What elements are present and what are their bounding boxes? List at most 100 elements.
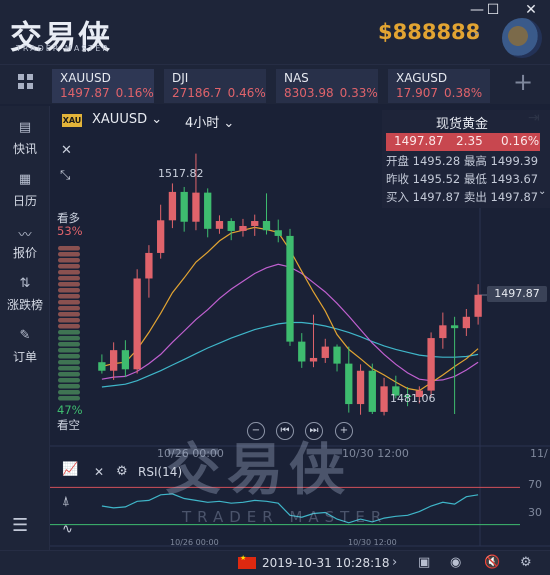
x-axis-label: 11/: [530, 447, 548, 460]
candle-body: [227, 221, 235, 231]
candle-body: [133, 278, 141, 370]
ticker-tab-dji[interactable]: DJI 27186.7 0.46%: [164, 69, 266, 103]
symbol-selector[interactable]: XAUUSD ⌄: [92, 112, 162, 127]
chevron-down-icon: ⌄: [151, 112, 163, 127]
candlestick: [321, 338, 329, 363]
settings-icon[interactable]: ⚙: [520, 555, 532, 570]
ticker-bar: XAUUSD 1497.87 0.16% DJI 27186.7 0.46% NAS…: [0, 64, 550, 104]
candlestick: [298, 333, 306, 368]
ticker-price: 17.907: [396, 86, 438, 100]
bear-label: 看空: [57, 418, 80, 432]
bear-segment: [58, 348, 80, 353]
quote-price-bar: 1497.87 2.35 0.16%: [386, 133, 540, 151]
bear-segment: [58, 390, 80, 395]
candlestick: [215, 215, 224, 234]
candlestick: [274, 219, 282, 243]
low-price-label: 1481.06: [390, 392, 436, 405]
candlestick: [98, 354, 106, 374]
indicator-icon[interactable]: 📈: [62, 462, 78, 477]
sidebar: ▤ 快讯 ▦ 日历 〰 报价 ⇅ 涨跌榜 ✎ 订单 ☰: [0, 106, 50, 556]
add-ticker-button[interactable]: +: [513, 68, 533, 96]
candlestick: [251, 214, 259, 236]
ranking-icon: ⇅: [19, 276, 31, 291]
rsi-label: RSI(14): [138, 465, 183, 479]
camera-icon[interactable]: ◉: [450, 555, 461, 570]
candle-body: [309, 357, 318, 362]
candle-body: [98, 362, 106, 371]
china-flag-icon: [238, 554, 256, 569]
gear-icon[interactable]: ⚙: [116, 464, 128, 479]
high-price-label: 1517.82: [158, 167, 204, 180]
menu-icon[interactable]: ☰: [12, 515, 28, 536]
candle-body: [368, 370, 376, 412]
bear-segment: [58, 330, 80, 335]
news-icon: ▤: [18, 120, 32, 135]
candle-body: [427, 338, 435, 391]
candlestick: [239, 218, 247, 237]
symbol-label: XAUUSD: [92, 112, 148, 127]
bear-segment: [58, 366, 80, 371]
candle-body: [474, 294, 482, 317]
close-icon[interactable]: ✕: [94, 465, 104, 479]
sidebar-item-quotes[interactable]: 〰 报价: [0, 224, 50, 261]
account-balance[interactable]: $888888: [378, 20, 480, 44]
candle-body: [286, 235, 294, 342]
candle-body: [380, 386, 388, 412]
maximize-button[interactable]: ☐: [482, 2, 504, 20]
bull-segment: [58, 258, 80, 263]
sidebar-item-news[interactable]: ▤ 快讯: [0, 120, 50, 157]
ticker-symbol: DJI: [172, 71, 189, 85]
bull-segment: [58, 276, 80, 281]
chevron-down-icon[interactable]: ⌄: [538, 186, 546, 197]
ticker-symbol: XAUUSD: [60, 71, 111, 85]
rsi-level-high: 70: [528, 478, 542, 491]
status-bar: 2019-10-31 10:28:18 › ▣ ◉ 🔇 ⚙: [0, 550, 550, 575]
candlestick: [474, 284, 482, 325]
watermark-subtitle: TRADER MASTER: [182, 508, 388, 526]
candlestick: [439, 312, 447, 349]
sentiment-bar: [58, 246, 80, 401]
bull-segment: [58, 312, 80, 317]
drawing-tool-icon[interactable]: ⍋: [62, 494, 70, 509]
bear-percent: 47%: [57, 403, 83, 417]
candlestick: [180, 186, 188, 232]
sidebar-item-ranking[interactable]: ⇅ 涨跌榜: [0, 276, 50, 313]
bull-segment: [58, 246, 80, 251]
sidebar-item-label: 订单: [12, 350, 37, 364]
bull-segment: [58, 252, 80, 257]
candlestick: [427, 332, 435, 397]
bear-segment: [58, 384, 80, 389]
candle-body: [157, 220, 165, 253]
candlestick: [204, 188, 212, 238]
chevron-down-icon[interactable]: ⌄: [472, 25, 481, 38]
bull-segment: [58, 282, 80, 287]
candlestick: [121, 340, 130, 378]
candlestick: [309, 314, 318, 368]
bull-segment: [58, 318, 80, 323]
chevron-right-icon[interactable]: ›: [392, 555, 397, 570]
sidebar-item-orders[interactable]: ✎ 订单: [0, 328, 50, 365]
sidebar-item-calendar[interactable]: ▦ 日历: [0, 172, 50, 209]
symbol-badge: XAU: [62, 114, 82, 127]
timeframe-selector[interactable]: 4小时 ⌄: [185, 112, 234, 131]
candle-body: [439, 325, 447, 339]
collapse-icon[interactable]: ⤡: [60, 168, 70, 183]
candle-body: [450, 325, 459, 329]
candlestick: [286, 228, 294, 346]
avatar[interactable]: [502, 18, 542, 58]
grid-icon[interactable]: [18, 74, 34, 90]
current-price-tag: 1497.87: [487, 286, 547, 302]
rsi-x-axis-label: 10/30 12:00: [348, 538, 397, 547]
close-icon[interactable]: ✕: [61, 143, 72, 158]
ticker-tab-xagusd[interactable]: XAGUSD 17.907 0.38%: [388, 69, 490, 103]
sidebar-item-label: 日历: [12, 194, 37, 208]
layers-icon[interactable]: ▣: [418, 555, 430, 570]
ticker-price: 27186.7: [172, 86, 222, 100]
wave-tool-icon[interactable]: ∿: [62, 522, 73, 537]
sidebar-item-label: 快讯: [12, 142, 37, 156]
candlestick: [192, 153, 200, 231]
x-axis-label: 10/30 12:00: [342, 447, 409, 460]
mute-icon[interactable]: 🔇: [484, 555, 500, 570]
ticker-tab-nas[interactable]: NAS 8303.98 0.33%: [276, 69, 378, 103]
ticker-tab-xauusd[interactable]: XAUUSD 1497.87 0.16%: [52, 69, 154, 103]
